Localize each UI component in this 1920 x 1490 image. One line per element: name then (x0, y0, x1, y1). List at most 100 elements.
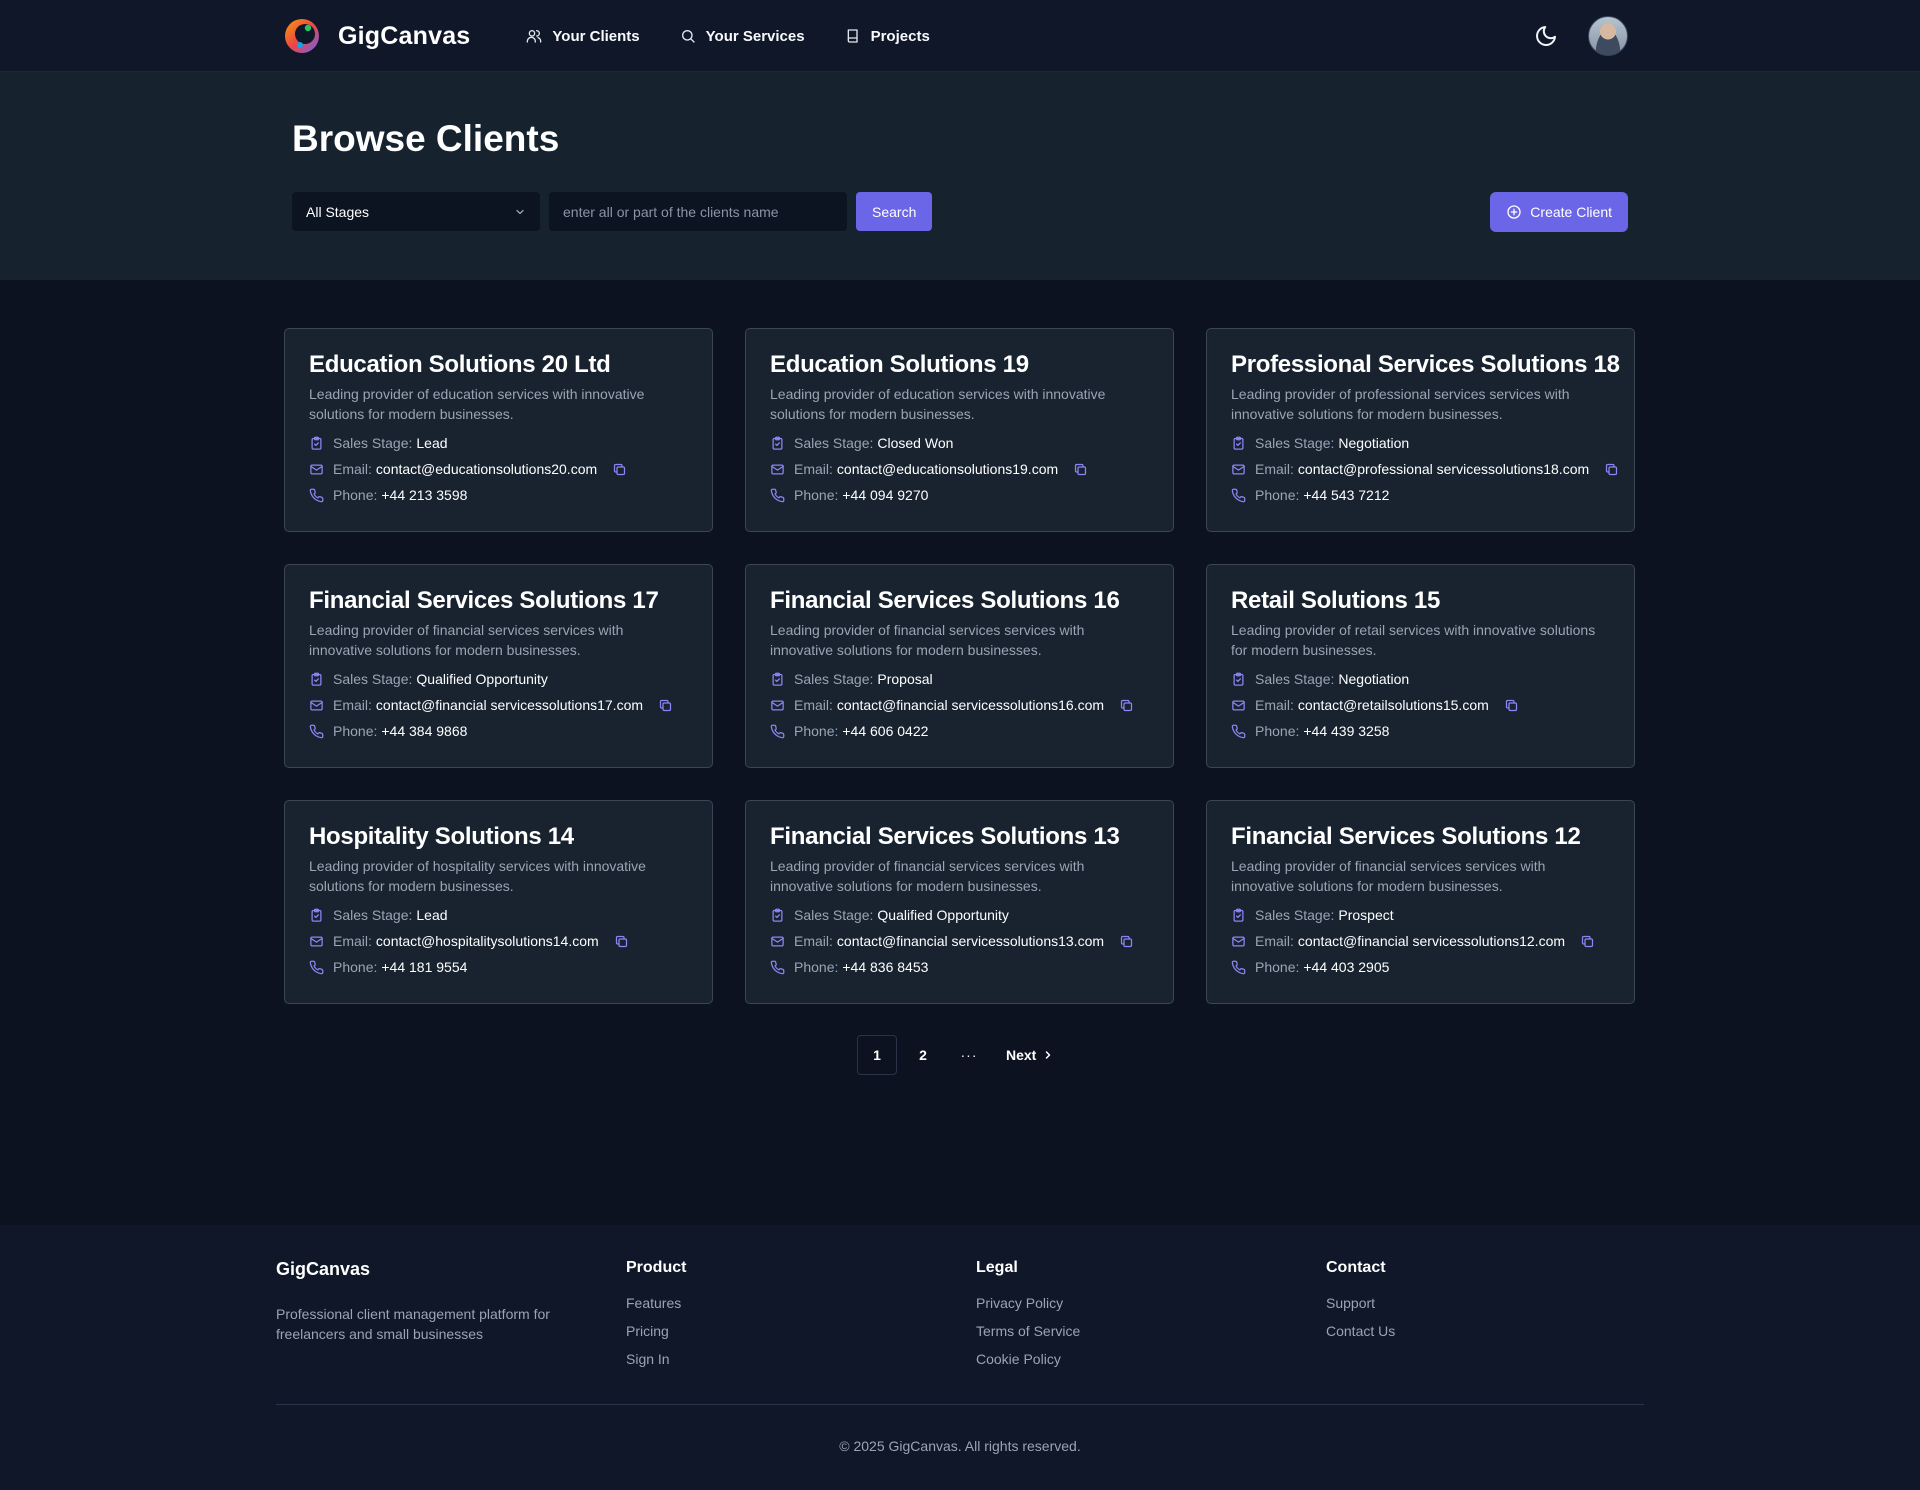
pagination-ellipsis: ··· (960, 1047, 978, 1063)
email-label: Email: (794, 461, 833, 477)
client-description: Leading provider of financial services s… (1231, 858, 1546, 894)
clipboard-icon (772, 436, 783, 450)
filter-bar: All Stages Search (292, 192, 933, 231)
plus-circle-icon (1507, 205, 1521, 219)
mail-icon (771, 936, 784, 946)
sales-stage-row: Sales Stage: Lead (309, 906, 688, 924)
client-description: Leading provider of education services w… (770, 386, 1106, 422)
client-name: Financial Services Solutions 13 (770, 823, 1120, 850)
client-card[interactable]: Professional Services Solutions 18 Leadi… (1206, 328, 1635, 532)
sales-stage-label: Sales Stage: (333, 907, 413, 923)
page-1-button[interactable]: 1 (857, 1035, 897, 1075)
copy-icon[interactable] (612, 462, 627, 477)
sales-stage-value: Closed Won (877, 435, 954, 451)
email-value[interactable]: contact@financial servicessolutions13.co… (837, 932, 1104, 950)
copy-icon[interactable] (1073, 462, 1088, 477)
phone-icon (770, 724, 785, 738)
phone-row: Phone: +44 384 9868 (309, 722, 688, 740)
nav-label: Your Clients (552, 27, 640, 45)
email-value[interactable]: contact@financial servicessolutions17.co… (376, 696, 643, 714)
email-value[interactable]: contact@financial servicessolutions12.co… (1298, 932, 1565, 950)
user-avatar[interactable] (1588, 16, 1628, 56)
client-card[interactable]: Education Solutions 19 Leading provider … (745, 328, 1174, 532)
sales-stage-row: Sales Stage: Prospect (1231, 906, 1610, 924)
sales-stage-label: Sales Stage: (1255, 671, 1335, 687)
client-name: Financial Services Solutions 16 (770, 587, 1120, 614)
moon-icon[interactable] (1534, 24, 1558, 48)
footer-link-pricing[interactable]: Pricing (626, 1323, 686, 1339)
client-card[interactable]: Financial Services Solutions 16 Leading … (745, 564, 1174, 768)
footer-link-sign-in[interactable]: Sign In (626, 1351, 686, 1367)
nav-projects[interactable]: Projects (845, 28, 930, 45)
footer-link-support[interactable]: Support (1326, 1295, 1395, 1311)
nav-your-clients[interactable]: Your Clients (526, 27, 640, 45)
page-title: Browse Clients (292, 118, 560, 159)
phone-row: Phone: +44 213 3598 (309, 486, 688, 504)
clipboard-icon (311, 908, 322, 922)
email-value[interactable]: contact@educationsolutions19.com (837, 460, 1058, 478)
footer-brand-column: GigCanvas Professional client management… (276, 1259, 576, 1344)
email-row: Email: contact@professional servicessolu… (1231, 460, 1618, 478)
site-footer: GigCanvas Professional client management… (0, 1225, 1920, 1490)
stage-filter-select[interactable]: All Stages (292, 192, 540, 231)
chevron-down-icon (516, 209, 524, 214)
footer-link-terms-of-service[interactable]: Terms of Service (976, 1323, 1080, 1339)
phone-icon (309, 724, 324, 738)
copy-icon[interactable] (1119, 934, 1134, 949)
client-description: Leading provider of professional service… (1231, 386, 1570, 422)
next-label: Next (1006, 1047, 1037, 1063)
email-label: Email: (794, 697, 833, 713)
stage-filter-value: All Stages (306, 203, 370, 220)
client-card[interactable]: Retail Solutions 15 Leading provider of … (1206, 564, 1635, 768)
footer-link-features[interactable]: Features (626, 1295, 686, 1311)
email-value[interactable]: contact@educationsolutions20.com (376, 460, 597, 478)
mail-icon (1232, 700, 1245, 710)
create-client-button[interactable]: Create Client (1490, 192, 1628, 232)
sales-stage-label: Sales Stage: (794, 435, 874, 451)
client-card[interactable]: Financial Services Solutions 13 Leading … (745, 800, 1174, 1004)
create-client-label: Create Client (1530, 204, 1612, 220)
email-label: Email: (333, 933, 372, 949)
client-name: Financial Services Solutions 12 (1231, 823, 1581, 850)
search-button[interactable]: Search (856, 192, 933, 231)
copy-icon[interactable] (658, 698, 673, 713)
nav-your-services[interactable]: Your Services (680, 28, 805, 45)
phone-icon (1231, 724, 1246, 738)
email-value[interactable]: contact@retailsolutions15.com (1298, 696, 1489, 714)
mail-icon (1232, 936, 1245, 946)
email-value[interactable]: contact@professional servicessolutions18… (1298, 460, 1589, 478)
nav-label: Your Services (705, 27, 805, 45)
copy-icon[interactable] (1580, 934, 1595, 949)
email-row: Email: contact@financial servicessolutio… (770, 932, 1149, 950)
footer-link-contact-us[interactable]: Contact Us (1326, 1323, 1395, 1339)
client-name: Retail Solutions 15 (1231, 587, 1441, 614)
copy-icon[interactable] (614, 934, 629, 949)
page-2-button[interactable]: 2 (903, 1035, 943, 1075)
copyright-text: © 2025 GigCanvas. All rights reserved. (839, 1438, 1081, 1454)
footer-brand: GigCanvas (276, 1259, 371, 1279)
client-card[interactable]: Financial Services Solutions 12 Leading … (1206, 800, 1635, 1004)
sales-stage-row: Sales Stage: Negotiation (1231, 670, 1610, 688)
footer-link-cookie-policy[interactable]: Cookie Policy (976, 1351, 1080, 1367)
copy-icon[interactable] (1119, 698, 1134, 713)
sales-stage-row: Sales Stage: Qualified Opportunity (309, 670, 688, 688)
client-card[interactable]: Education Solutions 20 Ltd Leading provi… (284, 328, 713, 532)
brand-logo[interactable]: GigCanvas (284, 18, 470, 54)
phone-label: Phone: (333, 723, 378, 739)
footer-heading: Legal (976, 1259, 1018, 1276)
client-card[interactable]: Financial Services Solutions 17 Leading … (284, 564, 713, 768)
phone-value: +44 403 2905 (1303, 959, 1390, 975)
sales-stage-label: Sales Stage: (333, 671, 413, 687)
email-value[interactable]: contact@hospitalitysolutions14.com (376, 932, 599, 950)
copy-icon[interactable] (1504, 698, 1519, 713)
clipboard-icon (772, 908, 783, 922)
client-search-input[interactable] (549, 192, 847, 231)
copy-icon[interactable] (1604, 462, 1619, 477)
mail-icon (310, 464, 323, 474)
phone-label: Phone: (1255, 723, 1300, 739)
footer-link-privacy-policy[interactable]: Privacy Policy (976, 1295, 1080, 1311)
clipboard-icon (1233, 436, 1244, 450)
next-page-button[interactable]: Next (995, 1035, 1065, 1075)
email-value[interactable]: contact@financial servicessolutions16.co… (837, 696, 1104, 714)
client-card[interactable]: Hospitality Solutions 14 Leading provide… (284, 800, 713, 1004)
